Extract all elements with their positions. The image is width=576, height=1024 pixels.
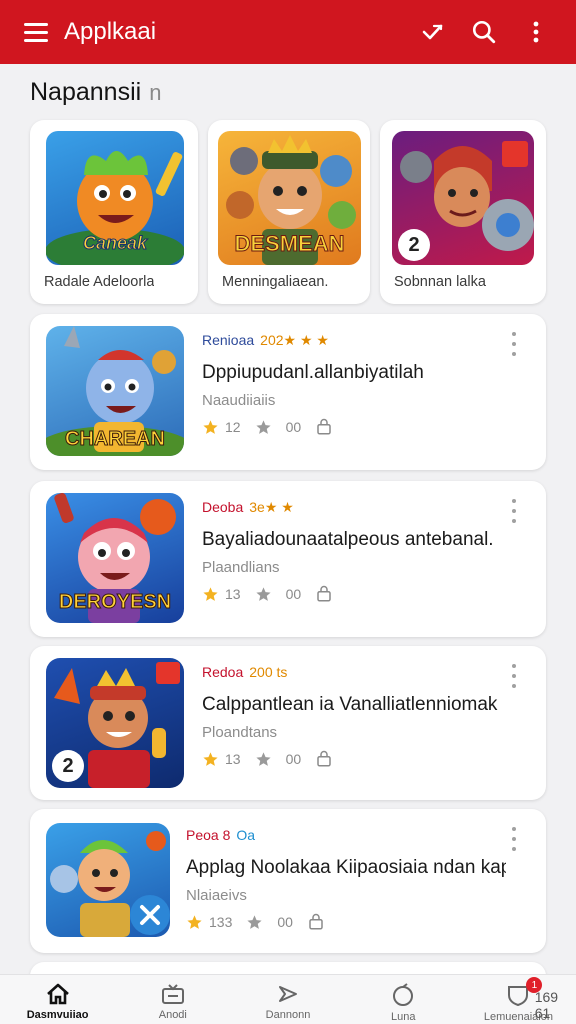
nav-label: Dasmvuiiao xyxy=(26,1009,89,1021)
downloads-value: 00 xyxy=(277,914,293,930)
publisher-extra: 202★ ★ ★ xyxy=(260,332,329,348)
publisher-extra: 3e★ ★ xyxy=(249,499,294,515)
notification-count: 169 61 xyxy=(534,989,559,1021)
star-outline-icon xyxy=(255,419,271,434)
publisher-name: Redoa xyxy=(202,664,244,680)
bag-icon xyxy=(317,418,331,435)
pen-icon[interactable] xyxy=(410,10,454,54)
game-card[interactable]: DEROYESN Deoba 3e★ ★ Bayaliadounaatalpeou… xyxy=(30,481,546,637)
publisher-tag: Renioaa 202★ ★ ★ xyxy=(202,332,506,352)
star-outline-icon xyxy=(247,914,262,929)
rating: 13 xyxy=(202,751,241,768)
game-card[interactable]: 2 Redoa 200 ts Calppantlean ia Vanalliatl… xyxy=(30,646,546,800)
more-options-icon[interactable] xyxy=(504,664,524,688)
game-art-text: 2 xyxy=(52,750,84,782)
nav-item-orb[interactable]: Luna xyxy=(346,975,461,1024)
home-icon xyxy=(46,983,69,1005)
game-title: Applag Noolakaa Kiipaosiaia ndan kapn xyxy=(186,857,506,878)
bag-icon xyxy=(317,585,331,602)
game-title: Bayaliadounaatalpeous antebanal. xyxy=(202,529,494,550)
game-art-text: CHAREAN xyxy=(65,428,166,451)
section-title-text: Napannsii xyxy=(30,78,142,106)
more-options-icon[interactable] xyxy=(504,499,524,523)
star-icon xyxy=(203,419,218,434)
game-subtitle: Nlaiaeivs xyxy=(186,887,247,904)
rating-value: 13 xyxy=(225,751,241,767)
star-icon xyxy=(203,586,218,601)
nav-item-home[interactable]: Dasmvuiiao xyxy=(0,975,115,1024)
search-icon[interactable] xyxy=(462,10,506,54)
publisher-tag: Peoa 8 Oa xyxy=(186,827,506,847)
game-subtitle: Plaandlians xyxy=(202,559,280,576)
featured-card[interactable]: DESMEAN Menningaliaean. xyxy=(208,120,370,304)
nav-label: Dannonn xyxy=(265,1009,311,1021)
rating-value: 13 xyxy=(225,586,241,602)
orb-icon xyxy=(393,983,414,1006)
app-bar: Applkaai xyxy=(0,0,576,64)
bag-icon xyxy=(309,913,323,930)
publisher-name: Peoa 8 xyxy=(186,827,231,843)
section-title: Napannsii n xyxy=(30,78,161,107)
featured-thumbnail: Caneak xyxy=(46,131,184,265)
downloads-value: 00 xyxy=(285,586,302,602)
publisher-tag: Deoba 3e★ ★ xyxy=(202,499,506,519)
bag-icon xyxy=(317,750,331,767)
publisher-extra: Oa xyxy=(236,827,256,843)
nav-item-shield[interactable]: Lemuenaiaion 1 169 61 xyxy=(461,975,576,1024)
publisher-name: Renioaa xyxy=(202,332,255,348)
rating: 12 xyxy=(202,419,241,436)
featured-art-text: 2 xyxy=(398,229,430,261)
game-subtitle: Ploandtans xyxy=(202,724,278,741)
game-thumbnail xyxy=(46,823,170,937)
news-icon xyxy=(161,984,184,1004)
featured-label: Radale Adeloorla xyxy=(44,274,155,290)
featured-label: Sobnnan lalka xyxy=(394,274,486,290)
featured-art-text: Caneak xyxy=(82,233,148,254)
more-options-icon[interactable] xyxy=(504,827,524,851)
publisher-extra: 200 ts xyxy=(249,664,288,680)
publisher-tag: Redoa 200 ts xyxy=(202,664,506,684)
section-title-suffix: n xyxy=(149,80,162,105)
star-outline-icon xyxy=(255,586,271,601)
featured-label: Menningaliaean. xyxy=(222,274,329,290)
app-title: Applkaai xyxy=(64,18,157,45)
game-subtitle: Naaudiiaiis xyxy=(202,392,276,409)
game-art-text: DEROYESN xyxy=(58,591,172,614)
nav-item-arrow[interactable]: Dannonn xyxy=(230,975,345,1024)
rating: 13 xyxy=(202,586,241,603)
rating: 133 xyxy=(186,914,232,931)
star-outline-icon xyxy=(255,751,271,766)
nav-label: Luna xyxy=(390,1011,416,1023)
more-options-icon[interactable] xyxy=(504,332,524,356)
nav-label: Anodi xyxy=(158,1009,187,1021)
game-thumbnail: CHAREAN xyxy=(46,326,184,456)
rating-value: 133 xyxy=(209,914,233,930)
game-card[interactable]: CHAREAN Renioaa 202★ ★ ★ Dppiupudanl.alla… xyxy=(30,314,546,470)
game-card[interactable]: Peoa 8 Oa Applag Noolakaa Kiipaosiaia nda… xyxy=(30,809,546,953)
downloads-value: 00 xyxy=(285,419,302,435)
game-title: Dppiupudanl.allanbiyatilah xyxy=(202,362,424,383)
star-icon xyxy=(203,751,218,766)
featured-card[interactable]: Caneak Radale Adeloorla xyxy=(30,120,198,304)
game-thumbnail: DEROYESN xyxy=(46,493,184,623)
featured-thumbnail: DESMEAN xyxy=(218,131,361,265)
star-icon xyxy=(187,914,202,929)
game-title: Calppantlean ia Vanalliatlenniomak xyxy=(202,694,498,715)
publisher-name: Deoba xyxy=(202,499,244,515)
menu-icon[interactable] xyxy=(24,17,54,47)
downloads-value: 00 xyxy=(285,751,302,767)
bottom-nav: Dasmvuiiao Anodi Dannonn Luna Lemuenaiai… xyxy=(0,974,576,1024)
nav-item-news[interactable]: Anodi xyxy=(115,975,230,1024)
featured-card[interactable]: 2 Sobnnan lalka xyxy=(380,120,546,304)
rating-value: 12 xyxy=(225,419,241,435)
arrow-icon xyxy=(279,986,297,1002)
game-thumbnail: 2 xyxy=(46,658,184,788)
featured-thumbnail: 2 xyxy=(392,131,534,265)
overflow-icon[interactable] xyxy=(514,10,558,54)
featured-art-text: DESMEAN xyxy=(234,231,345,257)
